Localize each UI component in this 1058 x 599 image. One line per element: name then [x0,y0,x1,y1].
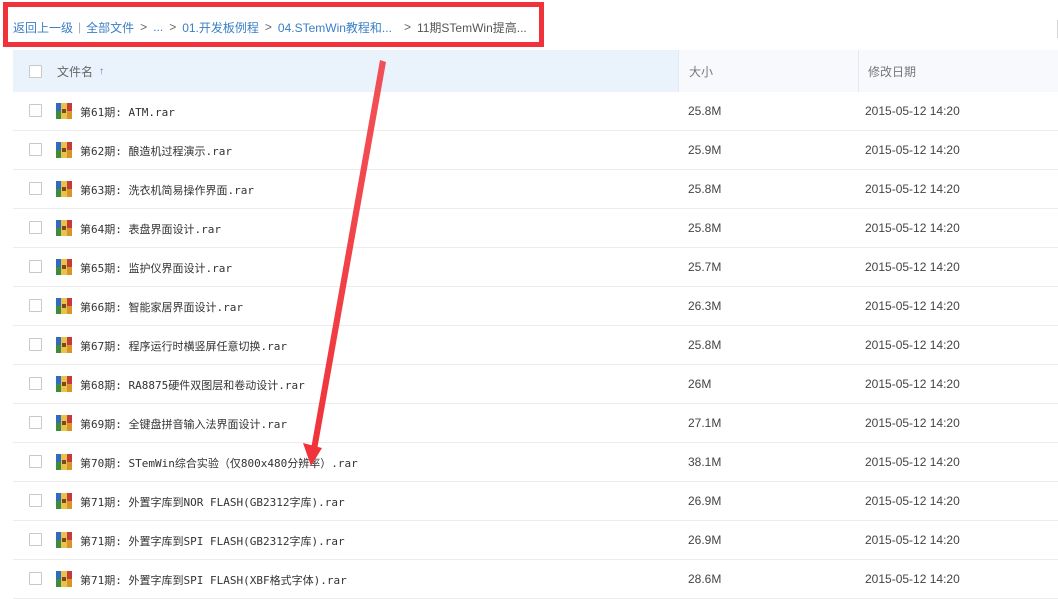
file-size: 26M [688,377,712,391]
table-row[interactable]: 第66期: 智能家居界面设计.rar 26.3M 2015-05-12 14:20 [13,287,1058,326]
rar-archive-icon [56,298,72,314]
rar-archive-icon [56,571,72,587]
file-name-link[interactable]: 第71期: 外置字库到NOR FLASH(GB2312字库).rar [80,494,345,510]
file-modified-date: 2015-05-12 14:20 [865,533,960,547]
row-checkbox[interactable] [29,572,42,585]
file-size: 25.8M [688,221,722,235]
annotation-highlight-box [3,2,544,47]
table-row[interactable]: 第71期: 外置字库到SPI FLASH(GB2312字库).rar 26.9M 2… [13,521,1058,560]
rar-archive-icon [56,259,72,275]
row-checkbox[interactable] [29,533,42,546]
row-checkbox[interactable] [29,299,42,312]
row-checkbox[interactable] [29,416,42,429]
rar-archive-icon [56,142,72,158]
file-name-link[interactable]: 第69期: 全键盘拼音输入法界面设计.rar [80,416,287,432]
rar-archive-icon [56,376,72,392]
file-name-link[interactable]: 第64期: 表盘界面设计.rar [80,221,221,237]
table-row[interactable]: 第65期: 监护仪界面设计.rar 25.7M 2015-05-12 14:20 [13,248,1058,287]
file-modified-date: 2015-05-12 14:20 [865,455,960,469]
table-row[interactable]: 第64期: 表盘界面设计.rar 25.8M 2015-05-12 14:20 [13,209,1058,248]
table-row[interactable]: 第71期: 外置字库到SPI FLASH(XBF格式字体).rar 28.6M 20… [13,560,1058,599]
table-row[interactable]: 第61期: ATM.rar 25.8M 2015-05-12 14:20 [13,92,1058,131]
file-name-link[interactable]: 第71期: 外置字库到SPI FLASH(XBF格式字体).rar [80,572,347,588]
file-size: 25.8M [688,338,722,352]
table-row[interactable]: 第63期: 洗衣机简易操作界面.rar 25.8M 2015-05-12 14:20 [13,170,1058,209]
header-date-label: 修改日期 [868,64,917,79]
breadcrumb-bar: 返回上一级 | 全部文件 > ... > 01.开发板例程 > 04.STemW… [0,0,1058,50]
file-size: 28.6M [688,572,722,586]
rar-archive-icon [56,337,72,353]
table-row[interactable]: 第69期: 全键盘拼音输入法界面设计.rar 27.1M 2015-05-12 14… [13,404,1058,443]
file-modified-date: 2015-05-12 14:20 [865,104,960,118]
file-modified-date: 2015-05-12 14:20 [865,182,960,196]
file-name-link[interactable]: 第71期: 外置字库到SPI FLASH(GB2312字库).rar [80,533,345,549]
file-size: 25.8M [688,182,722,196]
row-checkbox[interactable] [29,377,42,390]
file-table-header: 文件名 ↑ 大小 修改日期 [13,50,1058,92]
file-modified-date: 2015-05-12 14:20 [865,338,960,352]
file-size: 25.8M [688,104,722,118]
rar-archive-icon [56,103,72,119]
file-modified-date: 2015-05-12 14:20 [865,416,960,430]
row-checkbox[interactable] [29,182,42,195]
file-name-link[interactable]: 第67期: 程序运行时横竖屏任意切换.rar [80,338,287,354]
row-checkbox[interactable] [29,260,42,273]
header-size-label: 大小 [689,64,714,79]
rar-archive-icon [56,532,72,548]
file-name-link[interactable]: 第62期: 酿造机过程演示.rar [80,143,232,159]
table-row[interactable]: 第71期: 外置字库到NOR FLASH(GB2312字库).rar 26.9M 2… [13,482,1058,521]
table-row[interactable]: 第70期: STemWin综合实验（仅800x480分辨率）.rar 38.1M 2… [13,443,1058,482]
table-row[interactable]: 第62期: 酿造机过程演示.rar 25.9M 2015-05-12 14:20 [13,131,1058,170]
rar-archive-icon [56,454,72,470]
file-size: 38.1M [688,455,722,469]
rar-archive-icon [56,415,72,431]
row-checkbox[interactable] [29,338,42,351]
file-modified-date: 2015-05-12 14:20 [865,377,960,391]
file-size: 26.9M [688,494,722,508]
rar-archive-icon [56,220,72,236]
file-name-link[interactable]: 第70期: STemWin综合实验（仅800x480分辨率）.rar [80,455,358,471]
file-modified-date: 2015-05-12 14:20 [865,260,960,274]
header-date-column[interactable]: 修改日期 [858,50,1058,92]
file-size: 25.7M [688,260,722,274]
row-checkbox[interactable] [29,455,42,468]
row-checkbox[interactable] [29,494,42,507]
rar-archive-icon [56,181,72,197]
file-name-link[interactable]: 第63期: 洗衣机简易操作界面.rar [80,182,254,198]
file-name-link[interactable]: 第65期: 监护仪界面设计.rar [80,260,232,276]
file-size: 27.1M [688,416,722,430]
sort-ascending-icon[interactable]: ↑ [99,66,104,77]
header-name-column[interactable]: 文件名 ↑ [13,50,678,92]
file-modified-date: 2015-05-12 14:20 [865,221,960,235]
row-checkbox[interactable] [29,221,42,234]
row-checkbox[interactable] [29,104,42,117]
select-all-checkbox[interactable] [29,64,42,78]
table-row[interactable]: 第68期: RA8875硬件双图层和卷动设计.rar 26M 2015-05-12 … [13,365,1058,404]
file-modified-date: 2015-05-12 14:20 [865,494,960,508]
file-modified-date: 2015-05-12 14:20 [865,572,960,586]
file-size: 26.9M [688,533,722,547]
file-name-link[interactable]: 第66期: 智能家居界面设计.rar [80,299,243,315]
rar-archive-icon [56,493,72,509]
file-name-link[interactable]: 第68期: RA8875硬件双图层和卷动设计.rar [80,377,305,393]
row-checkbox[interactable] [29,143,42,156]
file-list: 第61期: ATM.rar 25.8M 2015-05-12 14:20 第62期: … [13,92,1058,599]
file-size: 26.3M [688,299,722,313]
file-modified-date: 2015-05-12 14:20 [865,299,960,313]
file-modified-date: 2015-05-12 14:20 [865,143,960,157]
table-row[interactable]: 第67期: 程序运行时横竖屏任意切换.rar 25.8M 2015-05-12 14… [13,326,1058,365]
file-size: 25.9M [688,143,722,157]
header-size-column[interactable]: 大小 [678,50,858,92]
file-name-link[interactable]: 第61期: ATM.rar [80,104,175,120]
header-name-label: 文件名 [57,64,94,79]
